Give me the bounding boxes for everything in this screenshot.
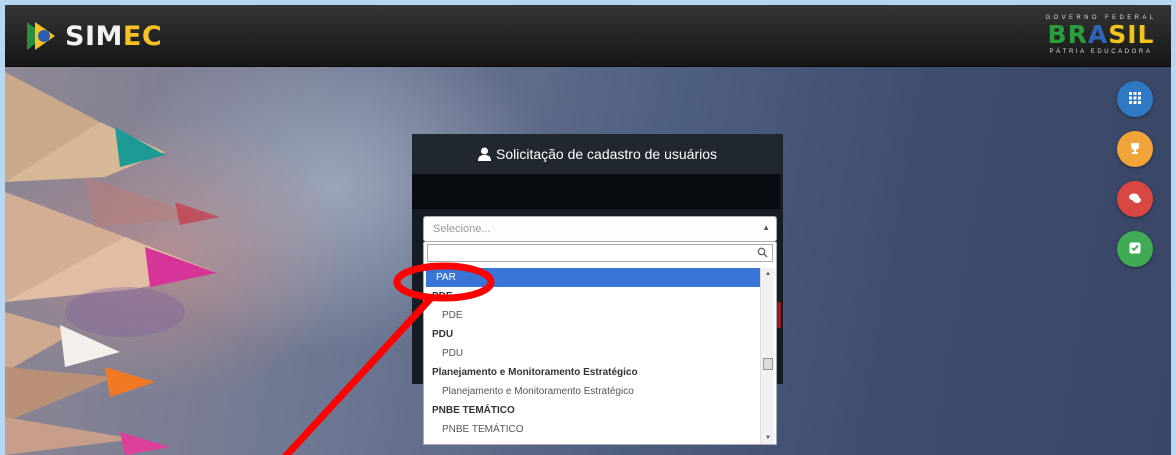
dropdown-search[interactable] — [427, 244, 773, 263]
option-group-label: PNLD — [426, 439, 760, 444]
panel-message-bar — [412, 174, 780, 209]
trophy-button[interactable] — [1117, 131, 1153, 167]
logo-text-part1: SIM — [65, 20, 123, 52]
logo-text-part2: EC — [122, 20, 163, 52]
scrollbar-thumb[interactable] — [763, 358, 773, 370]
gov-word-part2: A — [1087, 20, 1109, 49]
option-group-label: PDE — [432, 291, 453, 302]
user-icon — [477, 147, 491, 161]
option-item[interactable]: PNBE TEMÁTICO — [426, 420, 760, 439]
search-icon — [757, 247, 768, 258]
dropdown-options: PAR PDE PDE PDU PDU Planejamento e Monitorame… — [426, 268, 760, 444]
gov-bottom-text: PÁTRIA EDUCADORA — [1049, 49, 1153, 55]
trophy-icon — [1131, 143, 1139, 154]
option-group-label: PDU — [432, 329, 454, 340]
gov-word-part3: SIL — [1108, 20, 1155, 49]
scroll-up-icon[interactable]: ▲ — [761, 268, 775, 280]
governo-federal-logo: GOVERNO FEDERAL BRASIL PÁTRIA EDUCADORA — [1043, 14, 1159, 60]
option-group-label: Planejamento e Monitoramento Estratégico — [432, 367, 638, 378]
colored-pencils-image — [5, 72, 220, 455]
system-select[interactable]: Selecione... ▲ — [423, 216, 777, 242]
panel-header: Solicitação de cadastro de usuários — [412, 134, 783, 174]
select-dropdown: PAR PDE PDE PDU PDU Planejamento e Monitorame… — [423, 242, 777, 445]
option-item[interactable]: PDU — [426, 344, 760, 363]
chat-icon — [1129, 193, 1141, 203]
option-item[interactable]: PAR — [426, 268, 760, 287]
simec-logo[interactable]: SIMEC — [25, 19, 162, 53]
check-icon — [1129, 242, 1141, 254]
tasks-button[interactable] — [1117, 231, 1153, 267]
chevron-up-icon: ▲ — [762, 223, 770, 232]
screen: SIMEC GOVERNO FEDERAL BRASIL PÁTRIA EDUC… — [5, 5, 1171, 455]
chat-button[interactable] — [1117, 181, 1153, 217]
scroll-down-icon[interactable]: ▼ — [761, 432, 775, 444]
simec-logo-icon — [27, 22, 55, 50]
panel-title: Solicitação de cadastro de usuários — [495, 146, 718, 162]
dropdown-scrollbar[interactable]: ▲ ▼ — [760, 268, 774, 444]
select-placeholder: Selecione... — [433, 223, 491, 235]
grid-icon — [1129, 92, 1141, 104]
top-bar: SIMEC GOVERNO FEDERAL BRASIL PÁTRIA EDUC… — [5, 5, 1171, 67]
option-item[interactable]: Planejamento e Monitoramento Estratégico — [426, 382, 760, 401]
option-item[interactable]: PDE — [426, 306, 760, 325]
gov-word-part1: BR — [1047, 20, 1088, 49]
apps-button[interactable] — [1117, 81, 1153, 117]
dropdown-search-input[interactable] — [428, 247, 748, 263]
option-group-label: PNBE TEMÁTICO — [432, 405, 515, 416]
